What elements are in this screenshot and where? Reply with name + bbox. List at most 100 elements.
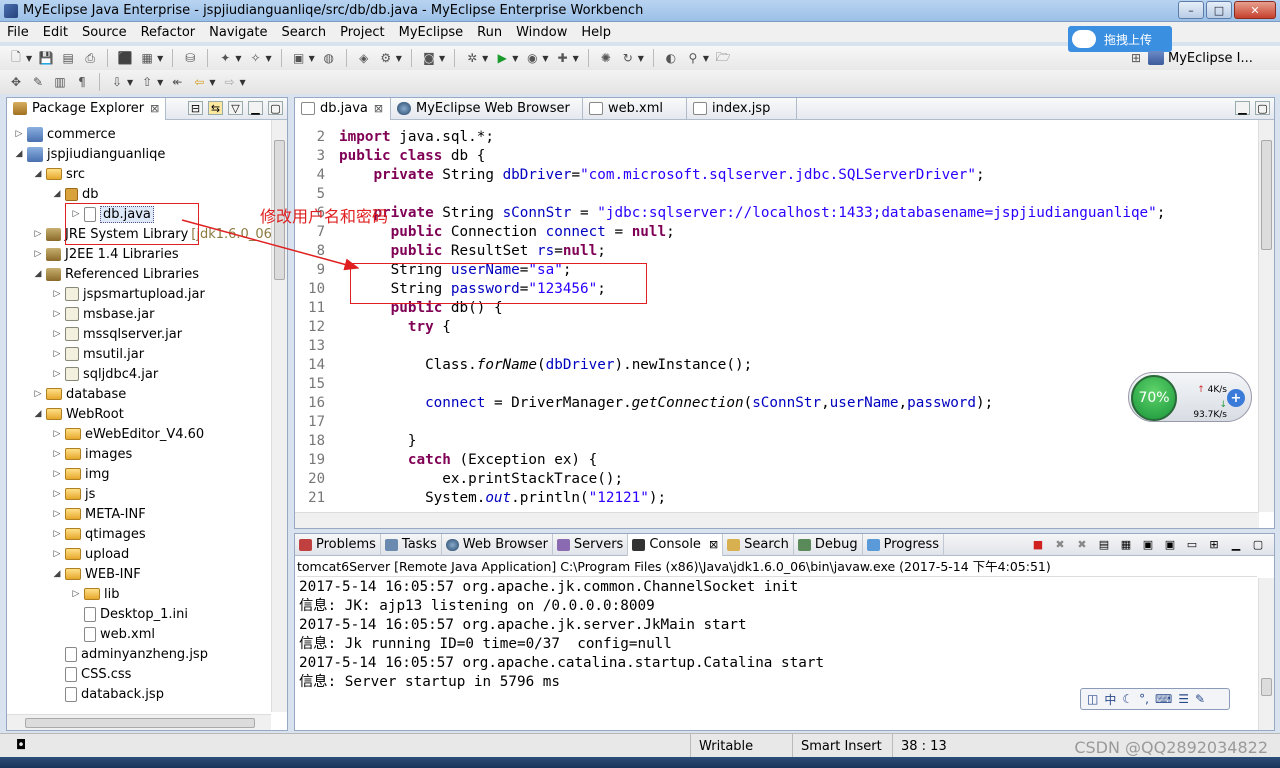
- collapsed-arrow-icon[interactable]: ▷: [51, 469, 63, 479]
- collapsed-arrow-icon[interactable]: ▷: [70, 589, 82, 599]
- close-console-tab-icon[interactable]: ⊠: [709, 538, 718, 551]
- collapsed-arrow-icon[interactable]: ▷: [13, 129, 25, 139]
- collapsed-arrow-icon[interactable]: ▷: [51, 489, 63, 499]
- ime-logo-icon[interactable]: ◫: [1087, 692, 1098, 706]
- ime-toolbar[interactable]: ◫ 中 ☾ °, ⌨ ☰ ✎: [1080, 688, 1230, 710]
- external-tools-icon[interactable]: ✚: [555, 50, 571, 66]
- debug-icon[interactable]: ✲: [464, 50, 480, 66]
- link-editor-icon[interactable]: ⇆: [208, 101, 223, 115]
- image-icon[interactable]: ▣: [291, 50, 307, 66]
- clear-console-icon[interactable]: ▤: [1096, 537, 1112, 552]
- remove-launch-icon[interactable]: ✖: [1052, 537, 1068, 552]
- close-tab-icon[interactable]: ⊠: [150, 102, 159, 115]
- tab-web-xml[interactable]: web.xml: [583, 97, 687, 120]
- tree-item[interactable]: ◢ jspjiudianguanliqe: [13, 144, 165, 164]
- collapsed-arrow-icon[interactable]: ▷: [32, 229, 44, 239]
- menu-run[interactable]: Run: [470, 25, 509, 40]
- forward-icon[interactable]: ⇨: [221, 74, 237, 90]
- network-speed-widget[interactable]: 70% ↑ 4K/s ↓ 93.7K/s +: [1128, 372, 1252, 422]
- maximize-editor-icon[interactable]: ▢: [1255, 101, 1270, 115]
- maximize-view-icon[interactable]: ▢: [268, 101, 283, 115]
- pin-console-icon[interactable]: ▣: [1140, 537, 1156, 552]
- open-folder-icon[interactable]: 🗁: [715, 50, 731, 66]
- camera-icon[interactable]: ◙: [421, 50, 437, 66]
- tree-item[interactable]: ▷ msutil.jar: [51, 344, 145, 364]
- collapsed-arrow-icon[interactable]: ▷: [51, 429, 63, 439]
- collapsed-arrow-icon[interactable]: ▷: [51, 549, 63, 559]
- scroll-lock-icon[interactable]: ▦: [1118, 537, 1134, 552]
- tab-progress[interactable]: Progress: [863, 533, 945, 556]
- expanded-arrow-icon[interactable]: ◢: [51, 569, 63, 579]
- new-class-icon[interactable]: ✺: [598, 50, 614, 66]
- perspective-switcher[interactable]: ⊞ MyEclipse I...: [1128, 50, 1253, 66]
- view-menu-icon[interactable]: ▽: [228, 101, 243, 115]
- ime-mode-icon[interactable]: 中: [1104, 691, 1116, 708]
- minimize-view-icon[interactable]: ▁: [248, 101, 263, 115]
- expanded-arrow-icon[interactable]: ◢: [32, 169, 44, 179]
- tab-web-browser[interactable]: Web Browser: [442, 533, 553, 556]
- ime-punct-icon[interactable]: °,: [1139, 692, 1149, 706]
- toggle-mark-icon[interactable]: ✥: [8, 74, 24, 90]
- new-icon[interactable]: 🗋: [8, 50, 24, 66]
- globe-icon[interactable]: ◍: [321, 50, 337, 66]
- collapsed-arrow-icon[interactable]: ▷: [51, 349, 63, 359]
- tree-item[interactable]: ▷ commerce: [13, 124, 116, 144]
- open-perspective-icon[interactable]: ⊞: [1128, 50, 1144, 66]
- tree-item[interactable]: ▷ sqljdbc4.jar: [51, 364, 159, 384]
- collapsed-arrow-icon[interactable]: ▷: [51, 449, 63, 459]
- minimize-editor-icon[interactable]: ▁: [1235, 101, 1250, 115]
- collapsed-arrow-icon[interactable]: ▷: [51, 369, 63, 379]
- collapsed-arrow-icon[interactable]: ▷: [51, 529, 63, 539]
- remove-all-icon[interactable]: ✖: [1074, 537, 1090, 552]
- save-all-icon[interactable]: ▤: [60, 50, 76, 66]
- editor-vertical-scrollbar[interactable]: [1258, 120, 1274, 512]
- menu-myeclipse[interactable]: MyEclipse: [392, 25, 471, 40]
- refresh-icon[interactable]: ↻: [620, 50, 636, 66]
- search-tool-icon[interactable]: ⚲: [685, 50, 701, 66]
- tab-package-explorer[interactable]: Package Explorer ⊠: [7, 97, 167, 120]
- back-icon[interactable]: ⇦: [191, 74, 207, 90]
- minimize-button[interactable]: –: [1178, 1, 1204, 19]
- show-whitespace-icon[interactable]: ¶: [74, 74, 90, 90]
- tree-item[interactable]: ◢ WEB-INF: [51, 564, 141, 584]
- wizard2-icon[interactable]: ✧: [247, 50, 263, 66]
- last-edit-icon[interactable]: ↞: [169, 74, 185, 90]
- tree-item[interactable]: ▷ database: [32, 384, 127, 404]
- tab-problems[interactable]: Problems: [295, 533, 381, 556]
- menu-help[interactable]: Help: [574, 25, 618, 40]
- menu-refactor[interactable]: Refactor: [134, 25, 203, 40]
- maximize-button[interactable]: □: [1206, 1, 1232, 19]
- add-icon[interactable]: +: [1227, 389, 1245, 407]
- collapsed-arrow-icon[interactable]: ▷: [51, 289, 63, 299]
- console-vertical-scrollbar[interactable]: [1258, 578, 1274, 730]
- close-editor-tab-icon[interactable]: ⊠: [374, 102, 383, 115]
- collapsed-arrow-icon[interactable]: ▷: [51, 309, 63, 319]
- tree-item[interactable]: ▷ images: [51, 444, 133, 464]
- ime-moon-icon[interactable]: ☾: [1122, 692, 1133, 706]
- tab-index-jsp[interactable]: index.jsp: [687, 97, 797, 120]
- editor-horizontal-scrollbar[interactable]: [295, 512, 1259, 528]
- tab-console[interactable]: Console ⊠: [628, 533, 724, 556]
- block-select-icon[interactable]: ▥: [52, 74, 68, 90]
- tree-item[interactable]: ◢ WebRoot: [32, 404, 124, 424]
- collapsed-arrow-icon[interactable]: ▷: [32, 249, 44, 259]
- terminate-icon[interactable]: ■: [1030, 537, 1046, 552]
- tree-item[interactable]: ▷ qtimages: [51, 524, 146, 544]
- tree-item[interactable]: ◢ Referenced Libraries: [32, 264, 199, 284]
- expanded-arrow-icon[interactable]: ◢: [32, 269, 44, 279]
- expanded-arrow-icon[interactable]: ◢: [32, 409, 44, 419]
- tab-tasks[interactable]: Tasks: [381, 533, 442, 556]
- server-icon[interactable]: ▦: [139, 50, 155, 66]
- collapse-all-icon[interactable]: ⊟: [188, 101, 203, 115]
- ime-keyboard-icon[interactable]: ⌨: [1155, 692, 1172, 706]
- db-icon[interactable]: ⛁: [182, 50, 198, 66]
- open-type-icon[interactable]: ◐: [663, 50, 679, 66]
- wizard-icon[interactable]: ✦: [217, 50, 233, 66]
- tab-servers[interactable]: Servers: [553, 533, 629, 556]
- tree-item[interactable]: adminyanzheng.jsp: [51, 644, 208, 664]
- run-icon[interactable]: ▶: [494, 50, 510, 66]
- tree-item[interactable]: ▷ msbase.jar: [51, 304, 155, 324]
- collapsed-arrow-icon[interactable]: ▷: [32, 389, 44, 399]
- prev-annotation-icon[interactable]: ⇧: [139, 74, 155, 90]
- tree-item[interactable]: ▷ mssqlserver.jar: [51, 324, 183, 344]
